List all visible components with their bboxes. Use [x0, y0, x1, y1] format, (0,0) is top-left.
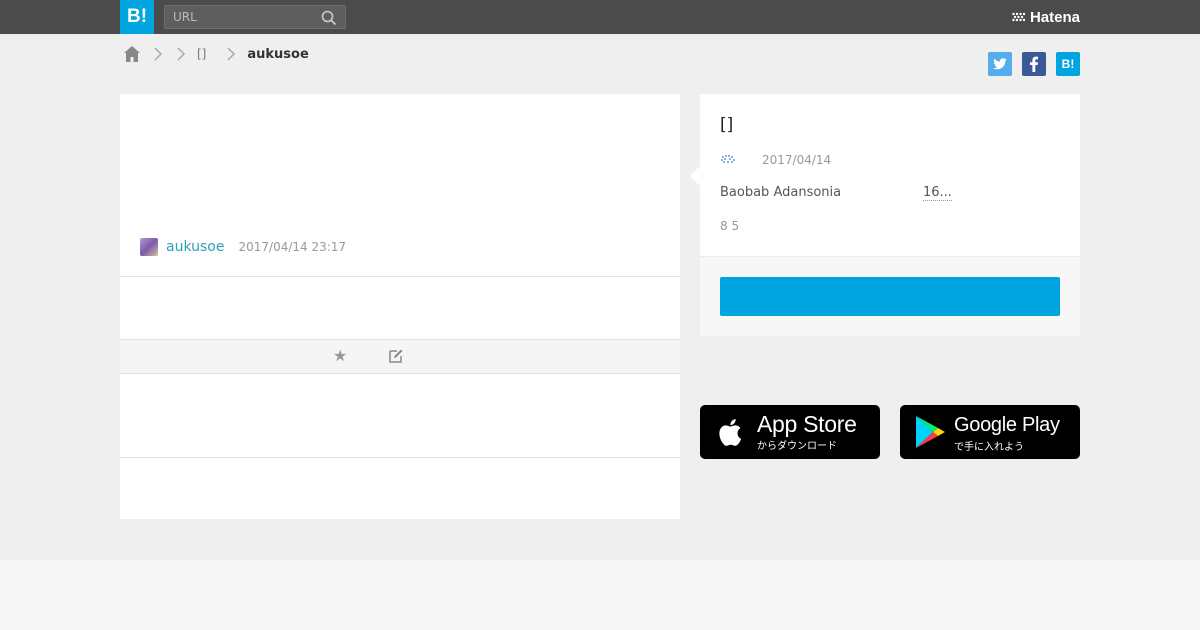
- breadcrumb-category[interactable]: []: [197, 47, 206, 61]
- google-play-title: Google Play: [954, 414, 1060, 436]
- app-store-title: App Store: [757, 411, 857, 437]
- hatena-bookmark-logo[interactable]: B!: [120, 0, 154, 34]
- read-more-link[interactable]: 16...: [923, 185, 952, 201]
- entry-panel: aukusoe 2017/04/14 23:17 ★: [120, 94, 680, 519]
- google-play-icon: [916, 416, 945, 448]
- bookmark-counts: 8 5: [720, 219, 740, 233]
- page-footer: [0, 560, 1200, 630]
- entry-date: 2017/04/14: [762, 153, 832, 167]
- google-play-subtitle: で手に入れよう: [954, 442, 1024, 453]
- hatena-bookmark-share-button[interactable]: B!: [1056, 52, 1080, 76]
- entry-meta: 2017/04/14: [720, 152, 831, 168]
- bookmark-timestamp[interactable]: 2017/04/14 23:17: [238, 240, 346, 254]
- search-box: [164, 5, 346, 29]
- app-store-subtitle: からダウンロード: [757, 441, 837, 452]
- app-store-badge[interactable]: App Store からダウンロード: [700, 405, 880, 459]
- hatena-brand-link[interactable]: Hatena: [1012, 7, 1080, 27]
- divider: [120, 276, 680, 277]
- add-bookmark-button[interactable]: [720, 277, 1060, 316]
- edit-comment-icon[interactable]: [388, 348, 404, 364]
- avatar[interactable]: [140, 238, 158, 256]
- google-play-badge[interactable]: Google Play で手に入れよう: [900, 405, 1080, 459]
- user-link[interactable]: aukusoe: [166, 239, 224, 255]
- hatena-dots-icon: [1012, 12, 1026, 22]
- apple-icon: [719, 419, 742, 446]
- home-icon[interactable]: [122, 44, 142, 64]
- chevron-right-icon: [154, 47, 163, 61]
- entry-description: Baobab Adansonia 16...: [720, 185, 952, 201]
- entry-title[interactable]: []: [720, 115, 733, 135]
- twitter-share-button[interactable]: [988, 52, 1012, 76]
- top-bar: B! Hatena: [0, 0, 1200, 34]
- hatena-brand-text: Hatena: [1029, 8, 1080, 26]
- chevron-right-icon: [227, 47, 236, 61]
- search-icon[interactable]: [321, 10, 337, 26]
- entry-info-card: [] 2017/04/14 Baobab Adansonia 16... 8 5: [690, 94, 1080, 336]
- chevron-right-icon: [177, 47, 186, 61]
- breadcrumb-current: aukusoe: [247, 46, 309, 62]
- entry-description-text: Baobab Adansonia: [720, 185, 842, 200]
- divider: [120, 457, 680, 458]
- entry-actions-bar: ★: [120, 339, 680, 374]
- breadcrumb: [] aukusoe: [122, 44, 309, 64]
- favicon-icon: [721, 155, 735, 163]
- search-input[interactable]: [165, 6, 315, 28]
- star-icon[interactable]: ★: [333, 348, 347, 364]
- facebook-icon: [1030, 56, 1038, 72]
- facebook-share-button[interactable]: [1022, 52, 1046, 76]
- card-footer: [700, 256, 1080, 336]
- bookmark-user-row: aukusoe 2017/04/14 23:17: [140, 237, 346, 257]
- twitter-icon: [993, 58, 1007, 70]
